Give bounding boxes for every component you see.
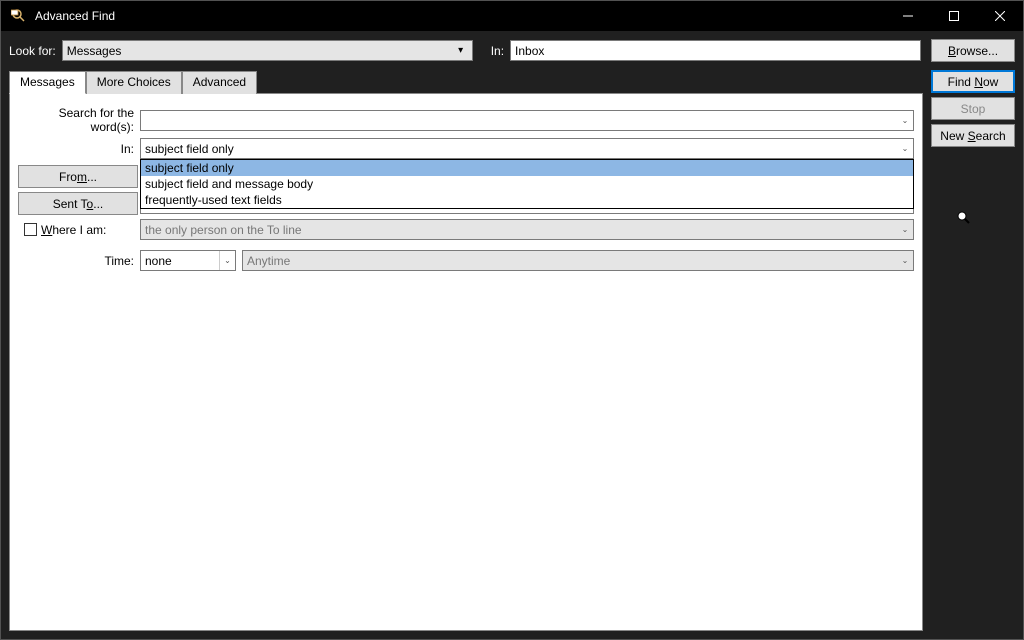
in-folder-field[interactable]: Inbox bbox=[510, 40, 921, 61]
in-field-label: In: bbox=[18, 142, 140, 156]
find-now-button[interactable]: Find Now bbox=[931, 70, 1015, 93]
browse-button[interactable]: Browse... bbox=[931, 39, 1015, 62]
look-for-row: Look for: Messages ▾ In: Inbox Browse... bbox=[1, 31, 1023, 70]
content-area: Look for: Messages ▾ In: Inbox Browse...… bbox=[1, 31, 1023, 639]
in-option-subject-only[interactable]: subject field only bbox=[141, 160, 913, 176]
from-button[interactable]: From... bbox=[18, 165, 138, 188]
window-title: Advanced Find bbox=[35, 9, 885, 23]
in-field-combo[interactable]: subject field only ⌄ bbox=[140, 138, 914, 159]
look-for-combo[interactable]: Messages ▾ bbox=[62, 40, 473, 61]
search-words-row: Search for the word(s): ⌄ bbox=[18, 106, 914, 134]
minimize-button[interactable] bbox=[885, 1, 931, 31]
look-for-label: Look for: bbox=[9, 44, 56, 58]
in-folder-value: Inbox bbox=[515, 44, 544, 58]
new-search-button[interactable]: New Search bbox=[931, 124, 1015, 147]
chevron-down-icon[interactable]: ⌄ bbox=[897, 111, 913, 130]
chevron-down-icon: ⌄ bbox=[897, 251, 913, 270]
time-range-combo: Anytime ⌄ bbox=[242, 250, 914, 271]
chevron-down-icon: ▾ bbox=[454, 45, 468, 56]
close-button[interactable] bbox=[977, 1, 1023, 31]
where-value: the only person on the To line bbox=[141, 223, 897, 237]
where-row: Where I am: the only person on the To li… bbox=[18, 219, 914, 240]
stop-button: Stop bbox=[931, 97, 1015, 120]
chevron-down-icon[interactable]: ⌄ bbox=[897, 139, 913, 158]
maximize-button[interactable] bbox=[931, 1, 977, 31]
chevron-down-icon[interactable]: ⌄ bbox=[219, 251, 235, 270]
tab-body: Search for the word(s): ⌄ In: bbox=[9, 93, 923, 631]
time-label: Time: bbox=[18, 254, 140, 268]
search-words-label: Search for the word(s): bbox=[18, 106, 140, 134]
time-range-value: Anytime bbox=[243, 254, 897, 268]
where-checkbox[interactable] bbox=[24, 223, 37, 236]
main-row: Messages More Choices Advanced Search fo… bbox=[1, 70, 1023, 639]
titlebar: Advanced Find bbox=[1, 1, 1023, 31]
in-option-frequent[interactable]: frequently-used text fields bbox=[141, 192, 913, 208]
sent-to-button[interactable]: Sent To... bbox=[18, 192, 138, 215]
time-row: Time: none ⌄ Anytime ⌄ bbox=[18, 250, 914, 271]
in-field-dropdown[interactable]: subject field only subject field and mes… bbox=[140, 159, 914, 209]
advanced-find-window: Advanced Find Look for: Messages ▾ In: I… bbox=[0, 0, 1024, 640]
where-label: Where I am: bbox=[41, 223, 106, 237]
search-words-input[interactable]: ⌄ bbox=[140, 110, 914, 131]
tab-more-choices[interactable]: More Choices bbox=[86, 71, 182, 94]
tab-advanced[interactable]: Advanced bbox=[182, 71, 257, 94]
in-option-subject-body[interactable]: subject field and message body bbox=[141, 176, 913, 192]
time-combo[interactable]: none ⌄ bbox=[140, 250, 236, 271]
tab-messages[interactable]: Messages bbox=[9, 71, 86, 94]
in-folder-label: In: bbox=[491, 44, 504, 58]
look-for-value: Messages bbox=[67, 44, 454, 58]
find-icon bbox=[11, 8, 27, 24]
in-field-value: subject field only bbox=[141, 142, 897, 156]
window-controls bbox=[885, 1, 1023, 31]
in-field-row: In: subject field only ⌄ subject field o… bbox=[18, 138, 914, 159]
where-combo: the only person on the To line ⌄ bbox=[140, 219, 914, 240]
tabs-area: Messages More Choices Advanced Search fo… bbox=[1, 70, 923, 631]
chevron-down-icon: ⌄ bbox=[897, 220, 913, 239]
time-value: none bbox=[141, 254, 219, 268]
tabstrip: Messages More Choices Advanced bbox=[9, 71, 923, 94]
action-column: Find Now Stop New Search bbox=[931, 70, 1015, 631]
